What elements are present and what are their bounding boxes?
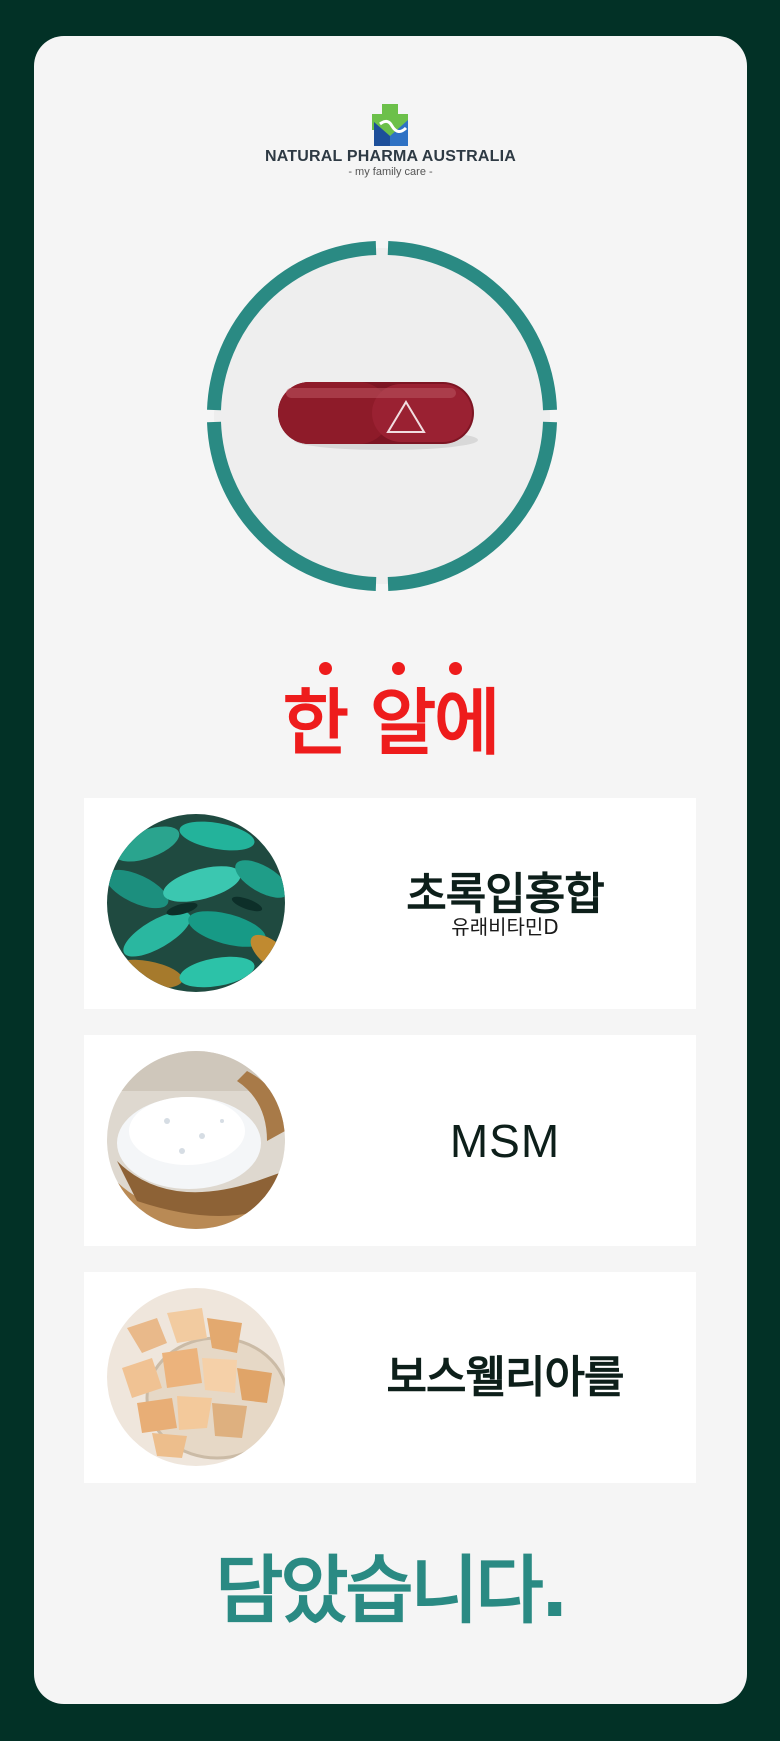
ingredient-name: 보스웰리아를: [386, 1351, 625, 1403]
ingredient-card-boswellia: 보스웰리아를: [84, 1272, 696, 1483]
brand-name: NATURAL PHARMA AUSTRALIA: [264, 148, 516, 165]
content-card: NATURAL PHARMA AUSTRALIA - my family car…: [34, 36, 747, 1704]
emphasis-dot: [319, 662, 332, 675]
ingredient-text: 보스웰리아를: [314, 1272, 696, 1483]
brand-tagline: - my family care -: [348, 166, 433, 178]
ingredient-text: MSM: [314, 1035, 696, 1246]
green-lipped-mussel-image: [107, 814, 285, 992]
capsule-target-illustration: [207, 241, 557, 591]
ingredient-card-msm: MSM: [84, 1035, 696, 1246]
ingredient-text: 초록입홍합 유래비타민D: [314, 798, 696, 1009]
headline: 한 알에: [282, 681, 501, 765]
pharma-cross-logo-icon: [371, 104, 408, 146]
emphasis-dot: [449, 662, 462, 675]
ingredient-card-mussel: 초록입홍합 유래비타민D: [84, 798, 696, 1009]
brand-logo: NATURAL PHARMA AUSTRALIA - my family car…: [34, 102, 747, 178]
ingredient-name: 초록입홍합: [406, 868, 604, 920]
boswellia-resin-image: [107, 1288, 285, 1466]
ingredient-subtitle: 유래비타민D: [451, 914, 559, 939]
footer-text: 담았습니다.: [215, 1548, 569, 1634]
msm-powder-image: [107, 1051, 285, 1229]
red-capsule-icon: [278, 382, 478, 450]
ingredient-name: MSM: [449, 1114, 561, 1167]
emphasis-dot: [392, 662, 405, 675]
